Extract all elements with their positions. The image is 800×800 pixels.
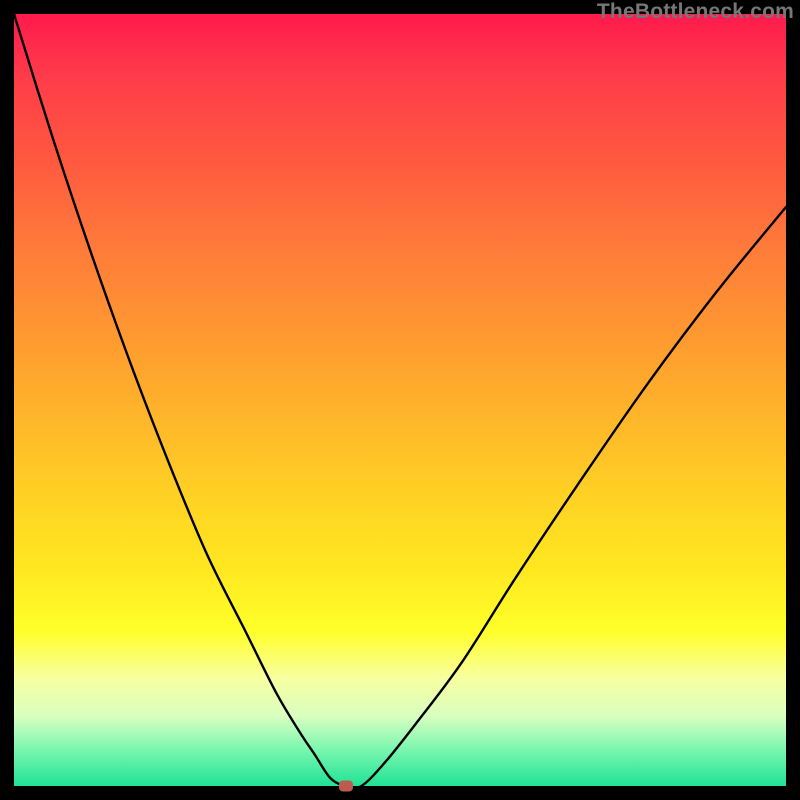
bottleneck-curve [14, 14, 786, 786]
minimum-marker [339, 781, 353, 792]
chart-frame: TheBottleneck.com [0, 0, 800, 800]
watermark-text: TheBottleneck.com [597, 0, 794, 24]
